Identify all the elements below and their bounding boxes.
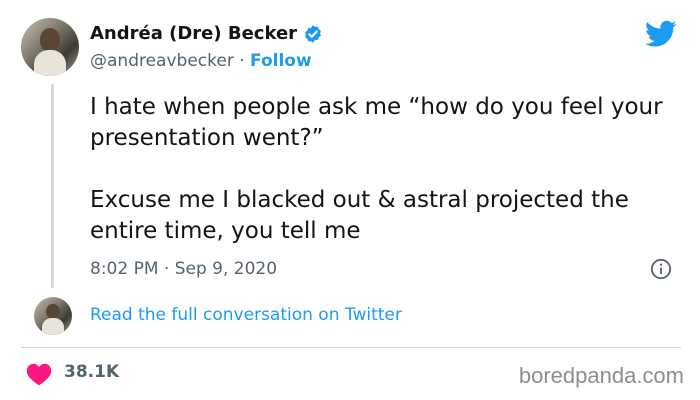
- boredpanda-watermark: boredpanda.com: [518, 363, 684, 388]
- info-icon[interactable]: [650, 258, 672, 280]
- tweet-text: I hate when people ask me “how do you fe…: [90, 94, 663, 244]
- verified-badge-icon: [305, 24, 321, 43]
- handle-separator: ·: [233, 51, 251, 71]
- twitter-bird-icon[interactable]: [645, 20, 677, 48]
- heart-icon[interactable]: [26, 362, 52, 386]
- author-avatar[interactable]: [21, 18, 79, 76]
- tweet-timestamp[interactable]: 8:02 PM · Sep 9, 2020: [90, 259, 277, 279]
- footer-divider: [21, 347, 681, 348]
- author-display-name[interactable]: Andréa (Dre) Becker: [90, 23, 297, 44]
- reply-avatar[interactable]: [34, 297, 72, 335]
- thread-line: [51, 84, 54, 288]
- read-conversation-link[interactable]: Read the full conversation on Twitter: [90, 305, 402, 325]
- author-handle-row: @andreavbecker · Follow: [90, 51, 312, 71]
- follow-button[interactable]: Follow: [250, 51, 312, 71]
- like-count: 38.1K: [64, 362, 120, 382]
- author-name-row: Andréa (Dre) Becker: [90, 23, 323, 44]
- author-handle[interactable]: @andreavbecker: [90, 51, 234, 71]
